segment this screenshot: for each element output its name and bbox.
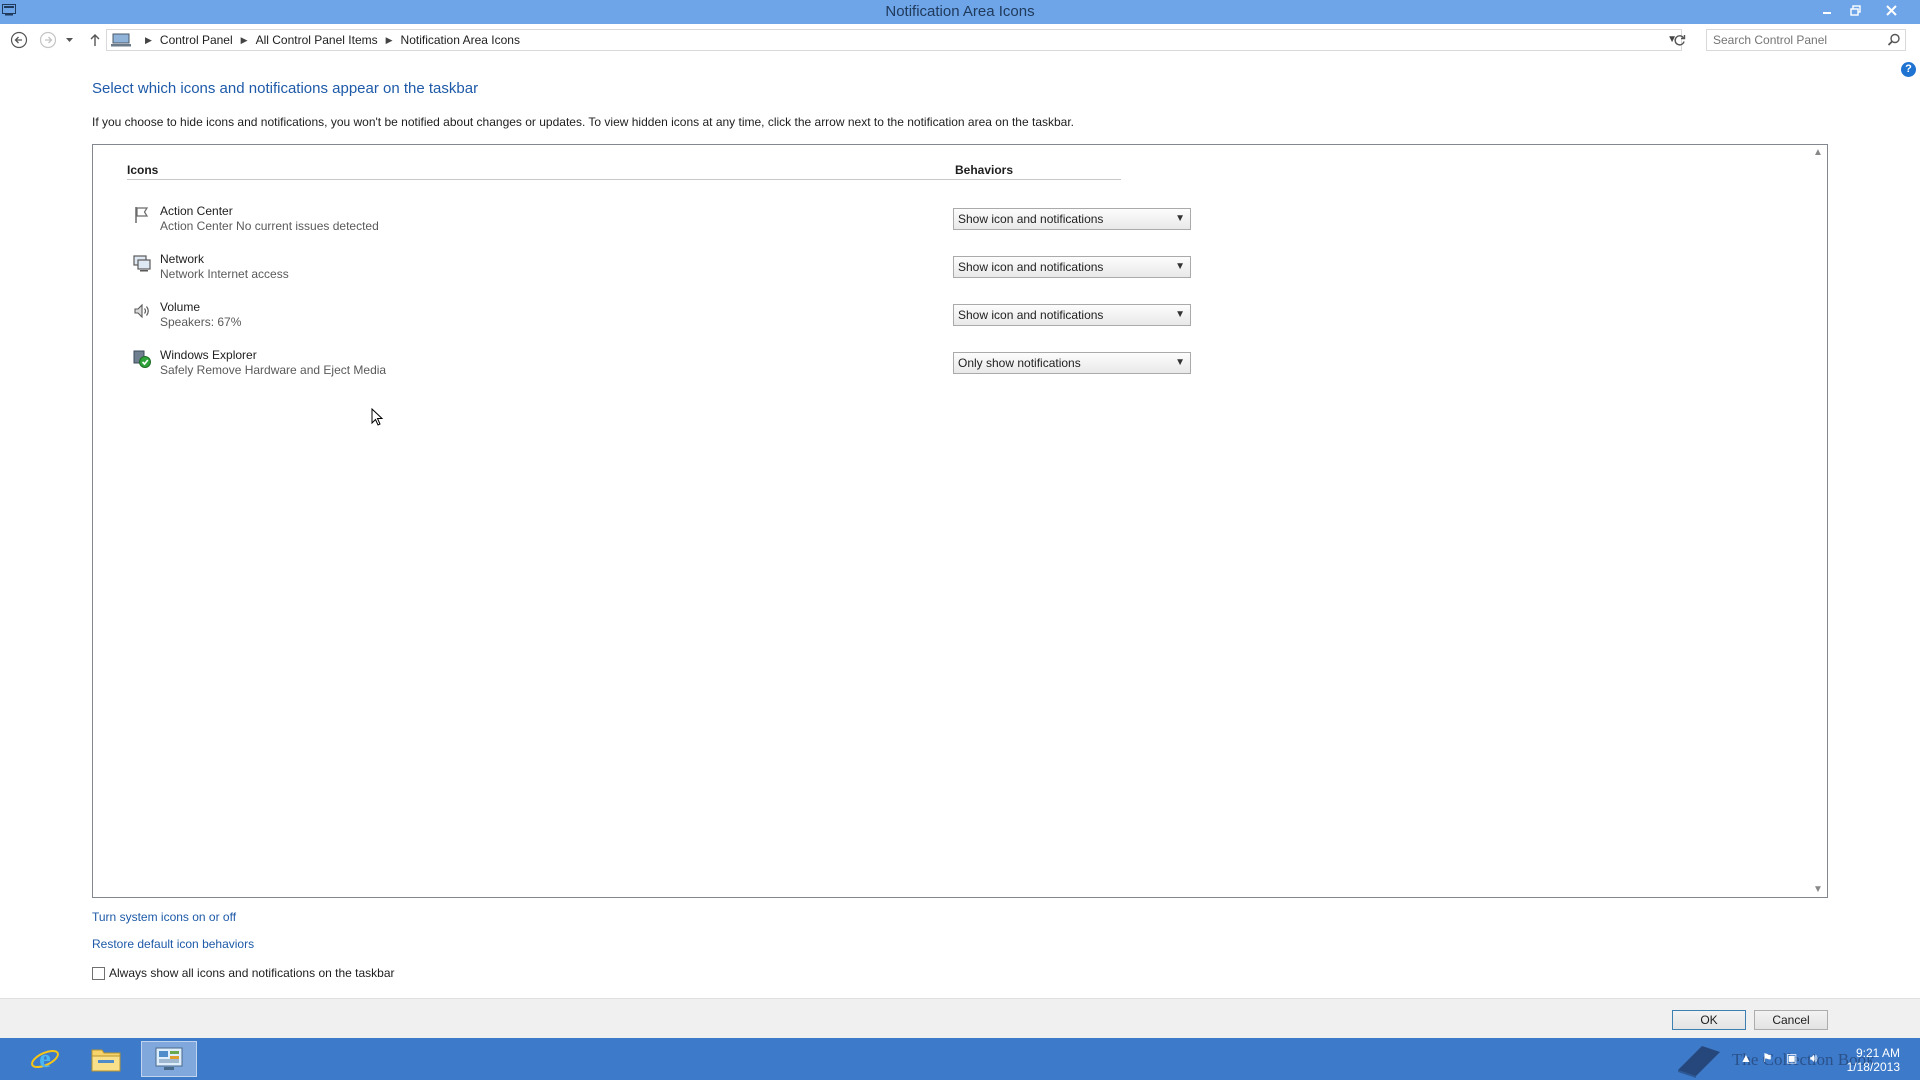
behavior-select[interactable]: Show icon and notifications ▼ <box>953 304 1191 326</box>
item-name: Action Center <box>160 204 233 218</box>
back-arrow-icon <box>10 31 28 49</box>
behavior-select[interactable]: Show icon and notifications ▼ <box>953 208 1191 230</box>
vertical-scrollbar[interactable]: ▲ ▼ <box>1810 145 1827 897</box>
list-item: Windows Explorer Safely Remove Hardware … <box>127 347 1287 387</box>
back-button[interactable] <box>8 29 30 51</box>
breadcrumb-all-items[interactable]: All Control Panel Items <box>256 33 378 47</box>
network-tray-icon[interactable]: ▣ <box>1786 1051 1797 1065</box>
minimize-icon <box>1823 12 1831 14</box>
search-icon[interactable] <box>1887 33 1901 47</box>
breadcrumb-separator-icon[interactable]: ▶ <box>241 35 248 46</box>
turn-system-icons-link[interactable]: Turn system icons on or off <box>92 910 236 924</box>
forward-button[interactable] <box>37 29 59 51</box>
item-description: Speakers: 67% <box>160 315 242 329</box>
restore-button[interactable] <box>1842 0 1868 20</box>
item-name: Network <box>160 252 205 266</box>
chevron-down-icon: ▼ <box>1175 357 1185 368</box>
search-input[interactable] <box>1707 30 1877 50</box>
page-description: If you choose to hide icons and notifica… <box>92 115 1075 129</box>
list-item: Network Network Internet access Show ico… <box>127 251 1287 291</box>
restore-icon <box>1849 4 1861 16</box>
mouse-cursor-icon <box>371 408 384 426</box>
flag-icon <box>135 207 149 223</box>
list-item: Action Center Action Center No current i… <box>127 203 1287 243</box>
behavior-select[interactable]: Only show notifications ▼ <box>953 352 1191 374</box>
item-name: Windows Explorer <box>160 348 257 362</box>
chevron-down-icon <box>65 38 73 42</box>
icons-list-panel: Icons Behaviors Action Center Action Cen… <box>92 144 1828 898</box>
close-button[interactable] <box>1876 0 1906 20</box>
address-bar[interactable]: ▶ Control Panel ▶ All Control Panel Item… <box>106 29 1682 51</box>
page-title: Select which icons and notifications app… <box>92 80 479 97</box>
restore-defaults-link[interactable]: Restore default icon behaviors <box>92 937 254 951</box>
navigation-bar: ▶ Control Panel ▶ All Control Panel Item… <box>0 24 1920 56</box>
recent-locations-button[interactable] <box>62 29 76 51</box>
always-show-checkbox-row[interactable]: Always show all icons and notifications … <box>92 966 395 980</box>
speaker-icon <box>134 303 149 319</box>
item-description: Network Internet access <box>160 267 289 281</box>
forward-arrow-icon <box>39 31 57 49</box>
item-description: Safely Remove Hardware and Eject Media <box>160 363 387 377</box>
clock-date: 1/18/2013 <box>1846 1060 1900 1074</box>
column-header-icons: Icons <box>127 163 159 177</box>
taskbar: e The Collection Book ▲ ⚑ ▣ 🔊︎ 9:21 AM 1… <box>0 1038 1920 1080</box>
scroll-down-icon[interactable]: ▼ <box>1813 884 1823 895</box>
internet-explorer-icon: e <box>31 1044 59 1073</box>
breadcrumb-control-panel[interactable]: Control Panel <box>160 33 233 47</box>
scroll-up-icon[interactable]: ▲ <box>1813 147 1823 158</box>
window-title: Notification Area Icons <box>885 3 1035 20</box>
breadcrumb-separator-icon[interactable]: ▶ <box>386 35 393 46</box>
up-arrow-icon <box>90 34 100 46</box>
cancel-button[interactable]: Cancel <box>1754 1010 1828 1030</box>
network-icon <box>133 255 151 272</box>
header-divider <box>127 179 1121 180</box>
book-watermark-icon <box>1678 1046 1720 1078</box>
behavior-select-value: Only show notifications <box>958 356 1081 370</box>
chevron-down-icon: ▼ <box>1175 261 1185 272</box>
behavior-select[interactable]: Show icon and notifications ▼ <box>953 256 1191 278</box>
column-header-behaviors: Behaviors <box>955 163 1014 177</box>
usb-eject-icon <box>133 350 151 368</box>
help-icon[interactable]: ? <box>1901 62 1916 77</box>
taskbar-control-panel[interactable] <box>141 1041 197 1077</box>
svg-text:e: e <box>39 1044 51 1073</box>
clock-time: 9:21 AM <box>1855 1046 1900 1060</box>
volume-tray-icon[interactable]: 🔊︎ <box>1810 1051 1818 1066</box>
behavior-select-value: Show icon and notifications <box>958 212 1104 226</box>
taskbar-clock[interactable]: 9:21 AM 1/18/2013 <box>1847 1046 1900 1074</box>
taskbar-file-explorer[interactable] <box>78 1041 134 1077</box>
action-center-tray-icon[interactable]: ⚑ <box>1762 1051 1773 1065</box>
show-hidden-icons-icon[interactable]: ▲ <box>1740 1051 1752 1065</box>
breadcrumb-separator-icon: ▶ <box>145 34 152 45</box>
behavior-select-value: Show icon and notifications <box>958 260 1104 274</box>
minimize-button[interactable] <box>1814 0 1840 20</box>
search-box[interactable] <box>1706 29 1906 51</box>
chevron-down-icon: ▼ <box>1175 309 1185 320</box>
breadcrumb-notification-area-icons[interactable]: Notification Area Icons <box>401 33 520 47</box>
taskbar-internet-explorer[interactable]: e <box>17 1041 73 1077</box>
item-description: Action Center No current issues detected <box>160 219 379 233</box>
item-name: Volume <box>160 300 201 314</box>
up-button[interactable] <box>84 29 106 51</box>
list-item: Volume Speakers: 67% Show icon and notif… <box>127 299 1287 339</box>
behavior-select-value: Show icon and notifications <box>958 308 1104 322</box>
control-panel-icon <box>155 1047 183 1070</box>
chevron-down-icon: ▼ <box>1175 213 1185 224</box>
folder-icon <box>91 1049 121 1072</box>
dialog-footer: OK Cancel <box>0 998 1920 1038</box>
always-show-label: Always show all icons and notifications … <box>109 966 395 980</box>
close-icon <box>1885 4 1897 16</box>
always-show-checkbox[interactable] <box>92 966 105 980</box>
ok-button[interactable]: OK <box>1672 1010 1746 1030</box>
title-bar: Notification Area Icons <box>0 0 1920 24</box>
refresh-icon <box>1673 34 1685 45</box>
computer-icon <box>111 33 131 47</box>
refresh-button[interactable] <box>1668 29 1690 51</box>
